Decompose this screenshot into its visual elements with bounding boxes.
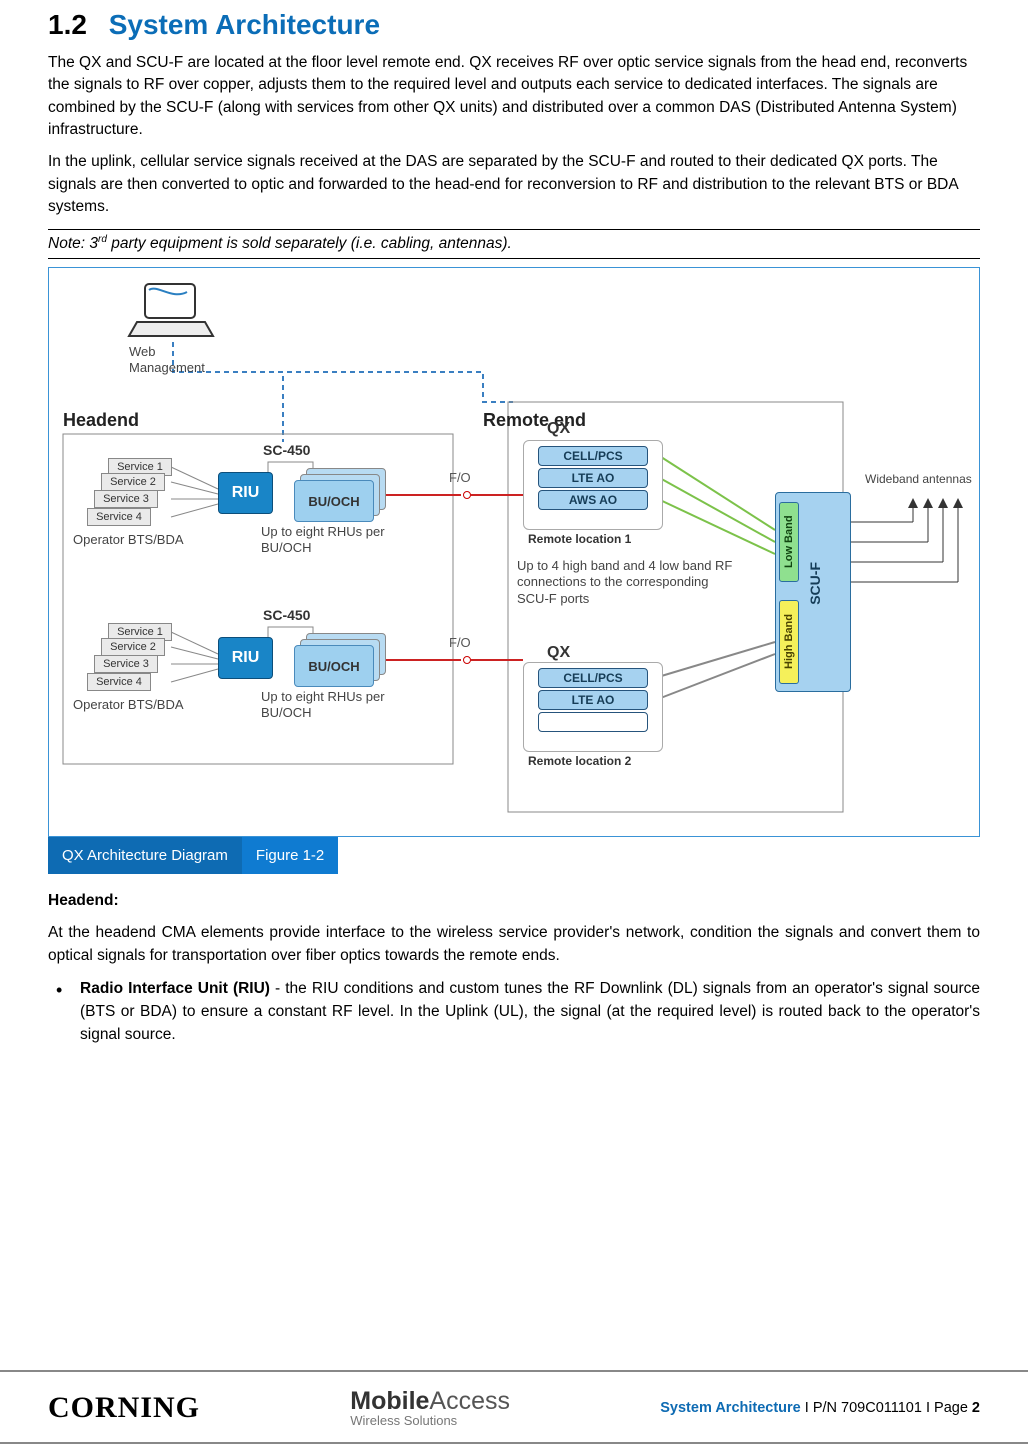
headend-heading: Headend:	[48, 892, 980, 910]
footer-right: System Architecture I P/N 709C011101 I P…	[660, 1400, 980, 1416]
footer-section: System Architecture	[660, 1400, 801, 1416]
caption-left: QX Architecture Diagram	[48, 837, 242, 874]
paragraph-1: The QX and SCU-F are located at the floo…	[48, 52, 980, 142]
antennas-label: Wideband antennas	[865, 472, 972, 486]
sc450-label-1: SC-450	[263, 442, 310, 458]
service-2a: Service 2	[101, 473, 165, 491]
service-3b: Service 3	[94, 655, 158, 673]
headend-paragraph: At the headend CMA elements provide inte…	[48, 922, 980, 967]
service-4b: Service 4	[87, 673, 151, 691]
footer-page: 2	[972, 1400, 980, 1416]
conn-note: Up to 4 high band and 4 low band RF conn…	[517, 558, 737, 607]
riu-bullet: Radio Interface Unit (RIU) - the RIU con…	[48, 977, 980, 1047]
bu-2: BU/OCH	[294, 645, 374, 687]
figure-caption-row: QX Architecture Diagram Figure 1-2	[48, 837, 980, 874]
footer-pn: I P/N 709C011101 I Page	[801, 1400, 972, 1416]
high-band: High Band	[779, 600, 799, 684]
operator-1: Operator BTS/BDA	[73, 532, 184, 547]
headend-label: Headend	[63, 410, 139, 431]
laptop-icon	[127, 280, 217, 344]
note-sup: rd	[98, 234, 107, 245]
service-3a: Service 3	[94, 490, 158, 508]
corning-logo: CORNING	[48, 1391, 200, 1425]
architecture-diagram: Web Management Headend Remote end Servic…	[53, 272, 975, 832]
rhu-note-1: Up to eight RHUs per BU/OCH	[261, 524, 401, 555]
riu-2: RIU	[218, 637, 273, 679]
mod-2-2: LTE AO	[538, 690, 648, 710]
ma-light: Access	[429, 1387, 510, 1415]
caption-spacer	[338, 837, 980, 874]
section-title: System Architecture	[109, 9, 380, 40]
mod-1-1: CELL/PCS	[538, 446, 648, 466]
mod-2-1: CELL/PCS	[538, 668, 648, 688]
low-band: Low Band	[779, 502, 799, 582]
service-4a: Service 4	[87, 508, 151, 526]
qx-label-2: QX	[547, 644, 570, 662]
section-number: 1.2	[48, 9, 87, 40]
bullet-list: Radio Interface Unit (RIU) - the RIU con…	[48, 977, 980, 1047]
service-2b: Service 2	[101, 638, 165, 656]
ma-subtitle: Wireless Solutions	[350, 1414, 510, 1427]
mobileaccess-logo: MobileAccess Wireless Solutions	[350, 1389, 510, 1427]
mod-2-blank	[538, 712, 648, 732]
fo-circle-2	[463, 656, 471, 664]
loc-1: Remote location 1	[528, 532, 631, 546]
mod-1-2: LTE AO	[538, 468, 648, 488]
sc450-label-2: SC-450	[263, 607, 310, 623]
riu-1: RIU	[218, 472, 273, 514]
loc-2: Remote location 2	[528, 754, 631, 768]
page-footer: CORNING MobileAccess Wireless Solutions …	[0, 1370, 1028, 1444]
fo-label-2: F/O	[449, 635, 471, 650]
mod-1-3: AWS AO	[538, 490, 648, 510]
remote-end-label: Remote end	[483, 410, 586, 431]
ma-bold: Mobile	[350, 1387, 429, 1415]
note-suffix: party equipment is sold separately (i.e.…	[107, 235, 512, 252]
fo-circle-1	[463, 491, 471, 499]
note-prefix: Note: 3	[48, 235, 98, 252]
rhu-note-2: Up to eight RHUs per BU/OCH	[261, 689, 401, 720]
web-mgmt-label: Web Management	[129, 344, 205, 375]
section-heading: 1.2 System Architecture	[48, 8, 980, 42]
fo-label-1: F/O	[449, 470, 471, 485]
caption-right: Figure 1-2	[242, 837, 338, 874]
riu-label: Radio Interface Unit (RIU)	[80, 980, 270, 997]
scuf-label: SCU-F	[807, 562, 823, 605]
bu-1: BU/OCH	[294, 480, 374, 522]
qx-label-1: QX	[547, 420, 570, 438]
diagram-frame: Web Management Headend Remote end Servic…	[48, 267, 980, 837]
note-box: Note: 3rd party equipment is sold separa…	[48, 229, 980, 259]
paragraph-2: In the uplink, cellular service signals …	[48, 151, 980, 218]
operator-2: Operator BTS/BDA	[73, 697, 184, 712]
